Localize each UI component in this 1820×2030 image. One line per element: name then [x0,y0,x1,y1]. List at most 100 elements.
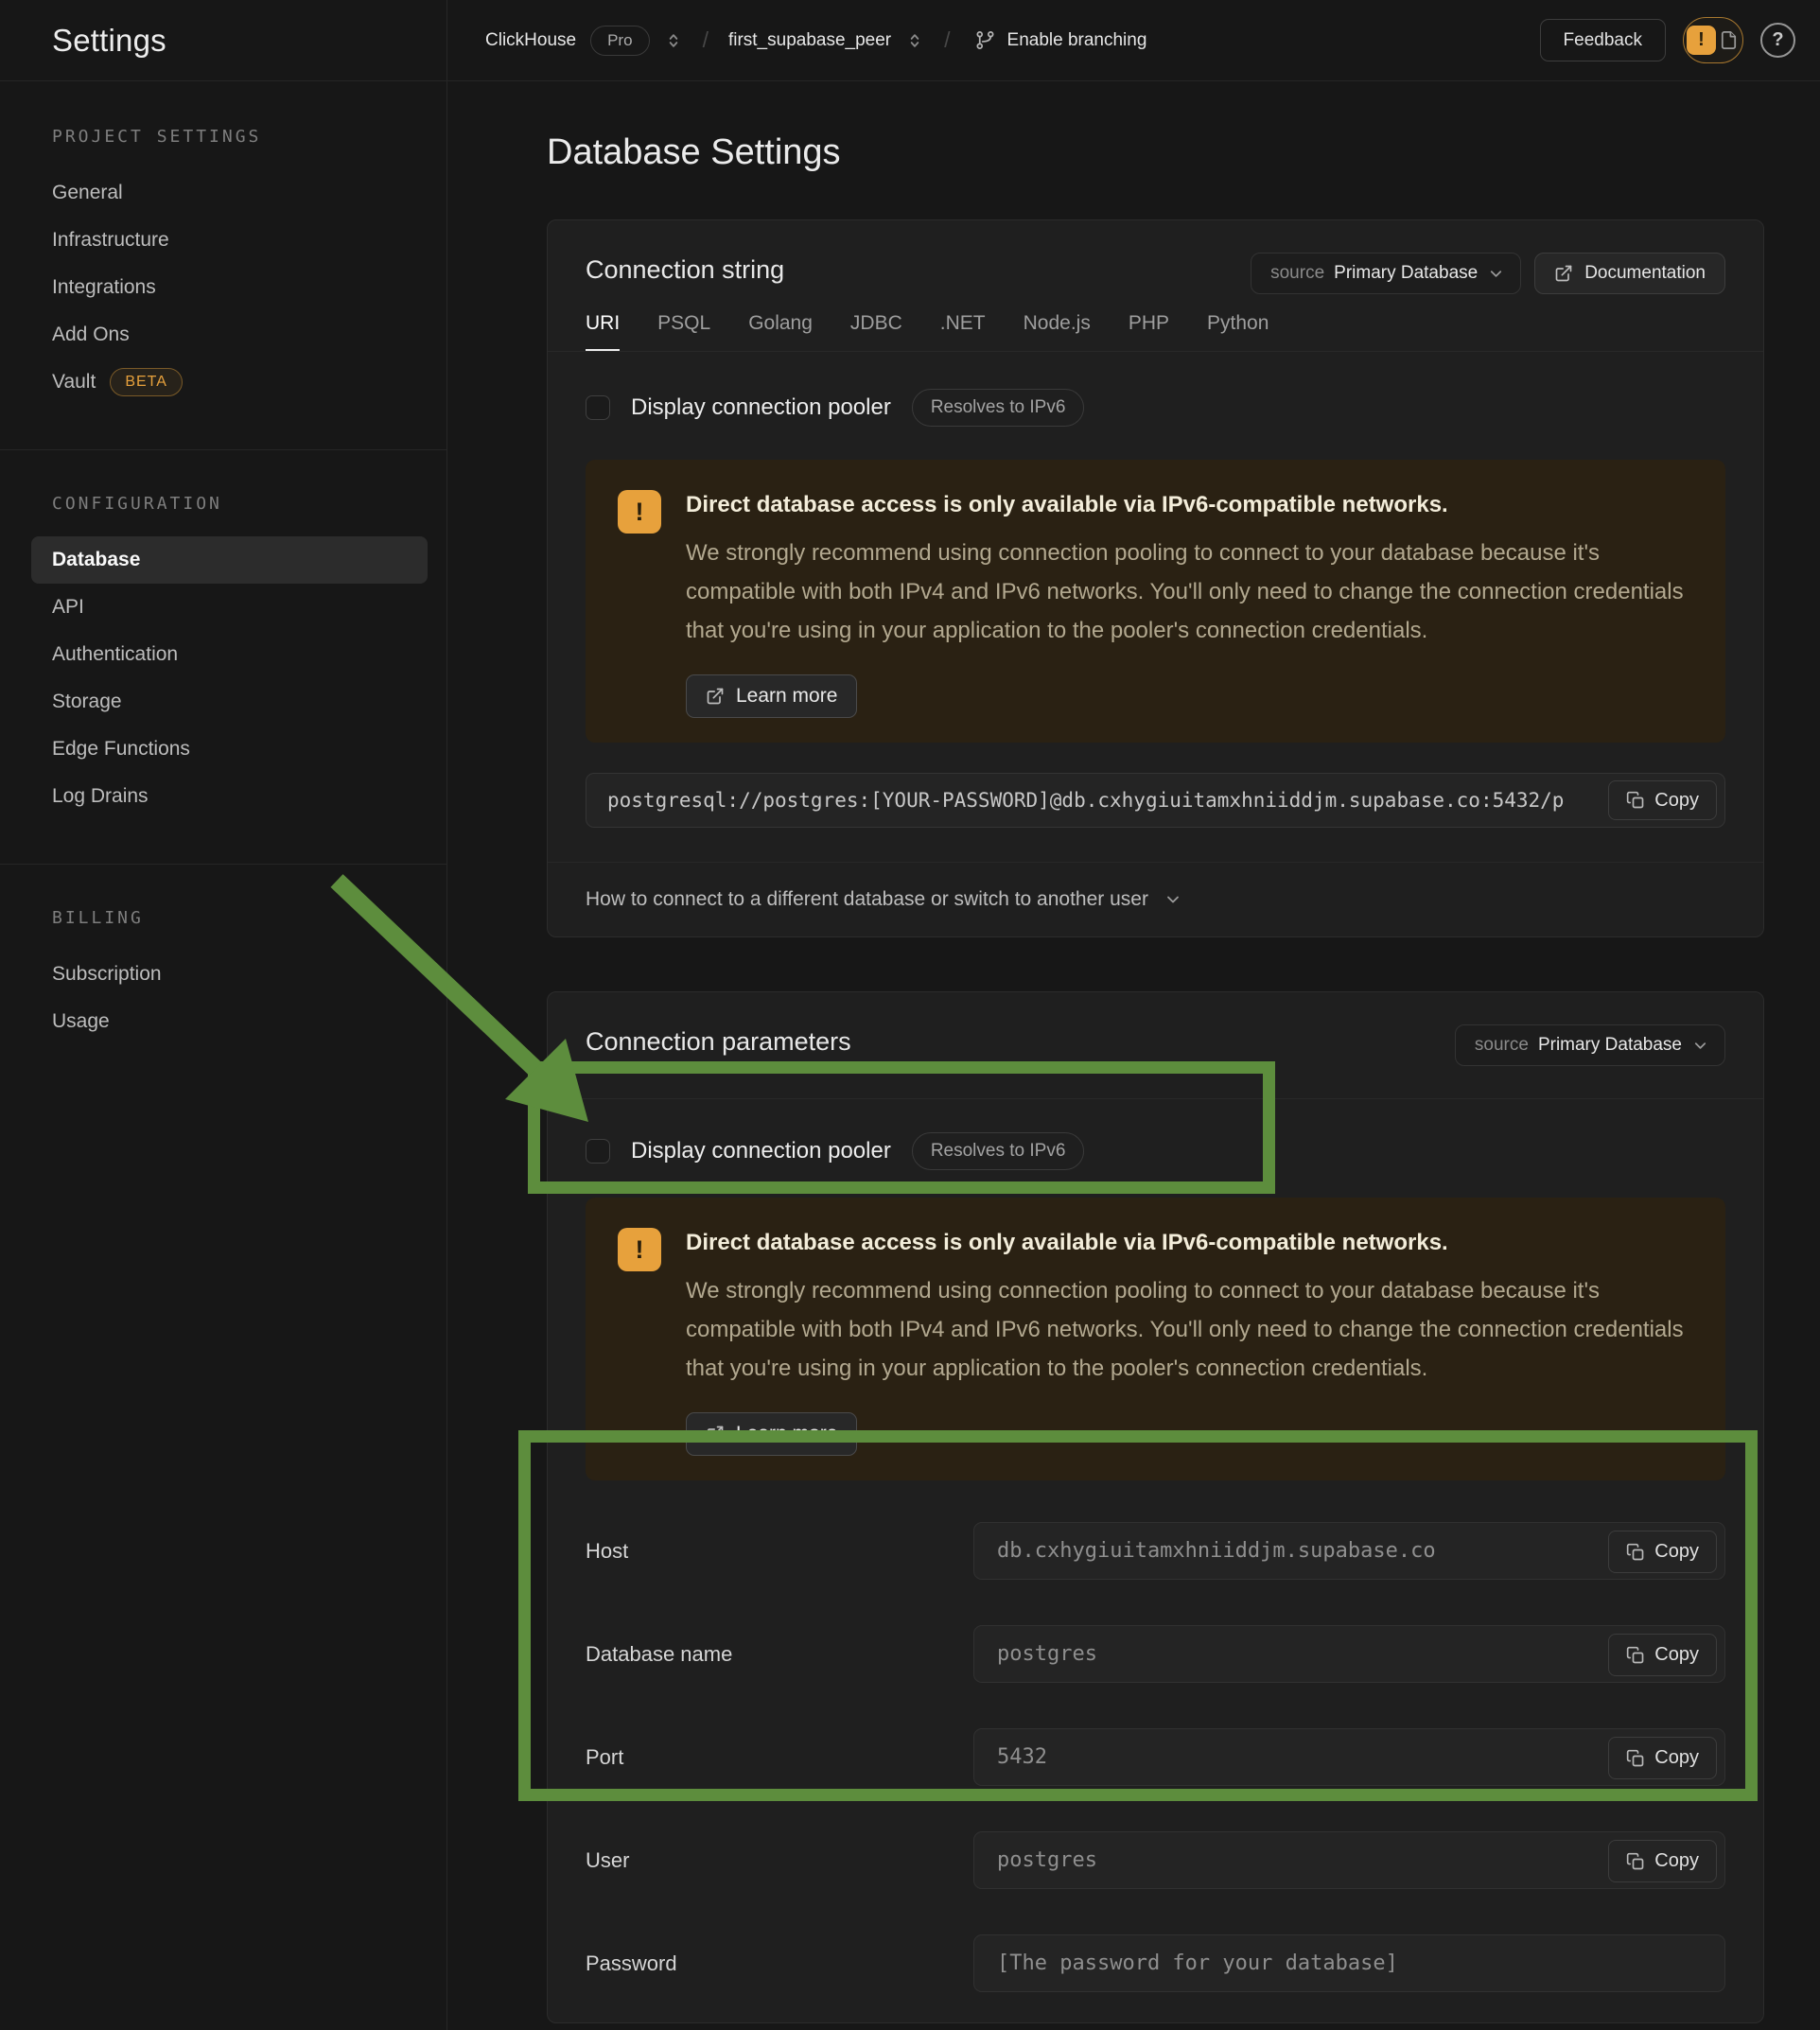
sidebar-item-subscription[interactable]: Subscription [0,951,446,998]
warning-icon: ! [618,1228,661,1271]
chevron-updown-icon[interactable] [664,31,683,50]
user-input[interactable]: postgres Copy [973,1831,1725,1889]
copy-database-name-button[interactable]: Copy [1608,1634,1717,1676]
host-label: Host [586,1539,973,1564]
connect-help-expander[interactable]: How to connect to a different database o… [548,862,1763,936]
user-label: User [586,1848,973,1873]
connection-parameters-title: Connection parameters [586,1024,851,1059]
chevron-down-icon [1691,1037,1709,1055]
sidebar-divider [0,449,446,450]
port-value: 5432 [997,1745,1047,1769]
help-icon[interactable]: ? [1760,23,1795,58]
tab-uri[interactable]: URI [586,311,620,351]
external-link-icon [706,687,725,706]
warning-body: We strongly recommend using connection p… [686,1271,1693,1388]
connection-string-tabs: URI PSQL Golang JDBC .NET Node.js PHP Py… [548,311,1763,352]
topbar: Settings ClickHouse Pro / first_supabase… [0,0,1820,81]
copy-user-button[interactable]: Copy [1608,1840,1717,1882]
copy-connection-string-button[interactable]: Copy [1608,780,1717,820]
connection-string-title: Connection string [586,253,784,287]
sidebar-item-add-ons[interactable]: Add Ons [0,311,446,359]
external-link-icon [706,1425,725,1444]
display-connection-pooler-label: Display connection pooler [631,394,891,421]
tab-dotnet[interactable]: .NET [940,311,986,351]
copy-icon [1626,1543,1645,1562]
password-label: Password [586,1951,973,1976]
copy-label: Copy [1654,1644,1699,1666]
source-select[interactable]: source Primary Database [1455,1024,1725,1066]
user-field-row: User postgres Copy [586,1831,1725,1889]
breadcrumb-project[interactable]: first_supabase_peer [728,30,891,51]
tab-php[interactable]: PHP [1129,311,1169,351]
warning-title: Direct database access is only available… [686,1228,1693,1258]
display-connection-pooler-label: Display connection pooler [631,1138,891,1164]
plan-badge[interactable]: Pro [590,26,649,56]
sidebar-item-log-drains[interactable]: Log Drains [0,773,446,820]
breadcrumb-separator: / [697,27,714,53]
source-value: Primary Database [1334,263,1478,284]
tab-python[interactable]: Python [1207,311,1269,351]
tab-golang[interactable]: Golang [748,311,813,351]
sidebar-item-general[interactable]: General [0,169,446,217]
display-connection-pooler-checkbox[interactable] [586,1139,610,1164]
password-field-row: Password [The password for your database… [586,1934,1725,1992]
documentation-button[interactable]: Documentation [1534,253,1725,294]
connection-string-card: Connection string source Primary Databas… [547,219,1764,937]
sidebar-item-storage[interactable]: Storage [0,678,446,726]
sidebar-item-database[interactable]: Database [31,536,428,584]
enable-branching[interactable]: Enable branching [974,29,1147,51]
connection-parameters-card: Connection parameters source Primary Dat… [547,991,1764,2023]
sidebar-item-api[interactable]: API [0,584,446,631]
learn-more-label: Learn more [736,685,837,708]
display-connection-pooler-checkbox[interactable] [586,395,610,420]
learn-more-label: Learn more [736,1423,837,1445]
feedback-button[interactable]: Feedback [1540,19,1666,61]
source-select[interactable]: source Primary Database [1251,253,1521,294]
sidebar-item-usage[interactable]: Usage [0,998,446,1045]
sidebar-item-infrastructure[interactable]: Infrastructure [0,217,446,264]
sidebar-item-vault[interactable]: Vault BETA [0,359,446,406]
tab-psql[interactable]: PSQL [657,311,710,351]
topbar-main: ClickHouse Pro / first_supabase_peer / E… [447,0,1820,80]
page-title: Database Settings [547,131,1764,174]
database-name-input[interactable]: postgres Copy [973,1625,1725,1683]
document-icon [1718,29,1740,51]
resolves-to-ipv6-badge: Resolves to IPv6 [912,1132,1085,1170]
documentation-label: Documentation [1584,263,1706,284]
learn-more-button[interactable]: Learn more [686,1412,857,1456]
sidebar-item-integrations[interactable]: Integrations [0,264,446,311]
connection-string-value: postgresql://postgres:[YOUR-PASSWORD]@db… [607,789,1608,812]
database-name-value: postgres [997,1642,1097,1666]
chevron-down-icon [1164,890,1182,909]
sidebar-divider [0,864,446,865]
connect-help-label: How to connect to a different database o… [586,888,1148,911]
password-placeholder: [The password for your database] [997,1951,1398,1975]
tab-nodejs[interactable]: Node.js [1024,311,1091,351]
notifications-button[interactable]: ! [1683,17,1743,63]
enable-branching-label: Enable branching [1007,30,1147,51]
sidebar-item-edge-functions[interactable]: Edge Functions [0,726,446,773]
sidebar-item-authentication[interactable]: Authentication [0,631,446,678]
chevron-updown-icon[interactable] [905,31,924,50]
connection-string-field[interactable]: postgresql://postgres:[YOUR-PASSWORD]@db… [586,773,1725,828]
port-input[interactable]: 5432 Copy [973,1728,1725,1786]
learn-more-button[interactable]: Learn more [686,674,857,718]
user-value: postgres [997,1848,1097,1872]
breadcrumb-org[interactable]: ClickHouse [485,30,576,51]
host-field-row: Host db.cxhygiuitamxhniiddjm.supabase.co… [586,1522,1725,1580]
password-input[interactable]: [The password for your database] [973,1934,1725,1992]
app-title: Settings [52,23,166,59]
database-name-field-row: Database name postgres Copy [586,1625,1725,1683]
host-input[interactable]: db.cxhygiuitamxhniiddjm.supabase.co Copy [973,1522,1725,1580]
source-label: source [1270,263,1324,284]
port-field-row: Port 5432 Copy [586,1728,1725,1786]
copy-host-button[interactable]: Copy [1608,1531,1717,1573]
section-label-configuration: CONFIGURATION [52,494,446,514]
topbar-actions: Feedback ! ? [1540,17,1795,63]
copy-port-button[interactable]: Copy [1608,1737,1717,1779]
warning-icon: ! [618,490,661,534]
external-link-icon [1554,264,1573,283]
resolves-to-ipv6-badge: Resolves to IPv6 [912,389,1085,427]
tab-jdbc[interactable]: JDBC [850,311,902,351]
breadcrumb-separator: / [938,27,955,53]
